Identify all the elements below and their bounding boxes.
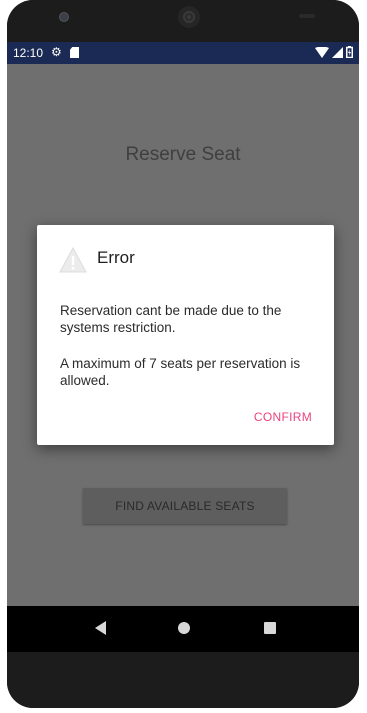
- back-icon[interactable]: [95, 621, 106, 635]
- wifi-icon: [315, 46, 329, 58]
- navigation-bar: [7, 606, 359, 652]
- top-bezel: [7, 0, 359, 42]
- recents-icon[interactable]: [264, 622, 276, 634]
- app-screen: 12:10 ⚙ Reserve Seat FIND AVAILABLE SEAT…: [7, 42, 359, 606]
- confirm-button[interactable]: CONFIRM: [254, 410, 312, 424]
- phone-frame: 12:10 ⚙ Reserve Seat FIND AVAILABLE SEAT…: [7, 0, 359, 708]
- battery-icon: [346, 46, 353, 58]
- dialog-message-limit: A maximum of 7 seats per reservation is …: [60, 356, 301, 388]
- status-time: 12:10: [13, 46, 44, 60]
- status-icons: [315, 46, 353, 58]
- proximity-sensor-icon: [299, 14, 315, 18]
- front-camera-icon: [59, 12, 69, 22]
- find-available-seats-button[interactable]: FIND AVAILABLE SEATS: [83, 488, 287, 524]
- sd-card-icon: [70, 47, 79, 58]
- error-dialog: Error Reservation cant be made due to th…: [37, 225, 334, 445]
- dialog-message: Reservation cant be made due to the syst…: [60, 303, 282, 335]
- page-title: Reserve Seat: [125, 144, 241, 165]
- gear-icon: ⚙: [51, 45, 62, 59]
- bottom-bezel: [7, 652, 359, 708]
- speaker-grille-icon: [178, 6, 200, 28]
- warning-icon: [59, 247, 87, 273]
- dialog-title: Error: [97, 248, 135, 267]
- status-bar: 12:10 ⚙: [7, 42, 359, 64]
- home-icon[interactable]: [178, 622, 190, 634]
- signal-icon: [332, 46, 343, 58]
